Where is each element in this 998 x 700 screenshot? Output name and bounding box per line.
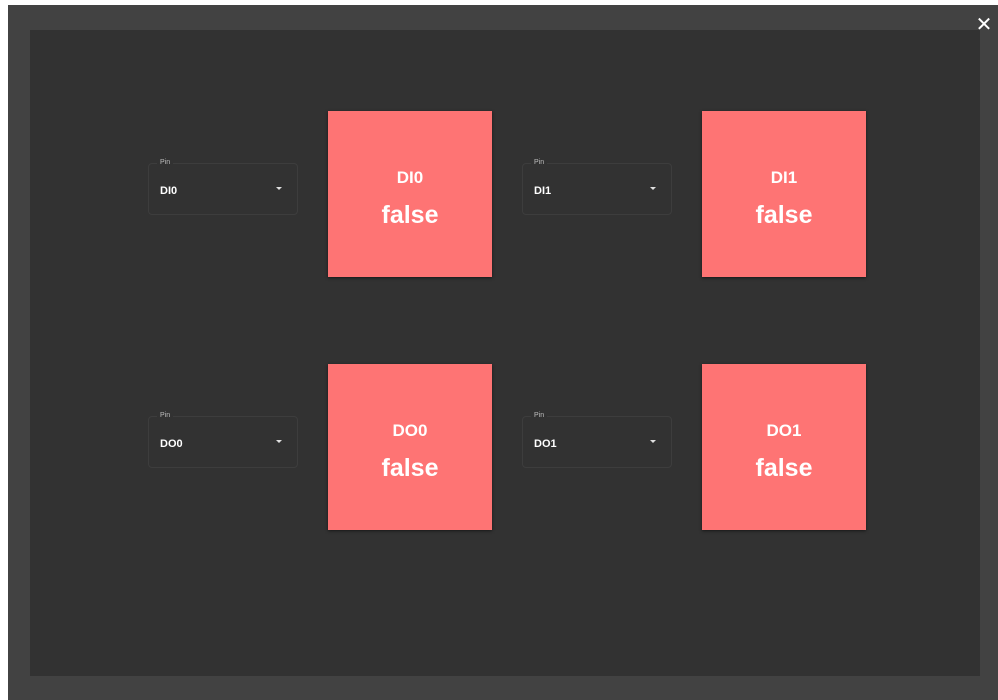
tile-pin-name: DO1 [766,421,802,440]
dropdown-arrow-icon [650,187,656,190]
pin-select-label: Pin [531,411,548,421]
status-tile-do0: DO0 false [328,364,492,530]
dropdown-arrow-icon [276,187,282,190]
tile-pin-name: DO0 [392,421,428,440]
tile-state-value: false [381,454,439,482]
pin-select-di1[interactable]: Pin DI1 [522,158,672,215]
pin-select-di0[interactable]: Pin DI0 [148,158,298,215]
status-tile-di1: DI1 false [702,111,866,277]
status-tile-di0: DI0 false [328,111,492,277]
pin-select-value: DI0 [160,185,178,197]
pin-select-do1[interactable]: Pin DO1 [522,411,672,468]
tile-state-value: false [755,201,813,229]
pin-select-value: DI1 [534,185,552,197]
dropdown-arrow-icon [650,440,656,443]
pin-select-label: Pin [157,158,174,168]
pin-select-value: DO1 [534,438,557,450]
pin-select-value: DO0 [160,438,183,450]
tile-pin-name: DI0 [396,168,424,187]
pin-select-do0[interactable]: Pin DO0 [148,411,298,468]
tile-pin-name: DI1 [770,168,798,187]
tile-state-value: false [755,454,813,482]
status-tile-do1: DO1 false [702,364,866,530]
tile-state-value: false [381,201,439,229]
dropdown-arrow-icon [276,440,282,443]
pin-select-label: Pin [531,158,548,168]
pin-select-label: Pin [157,411,174,421]
